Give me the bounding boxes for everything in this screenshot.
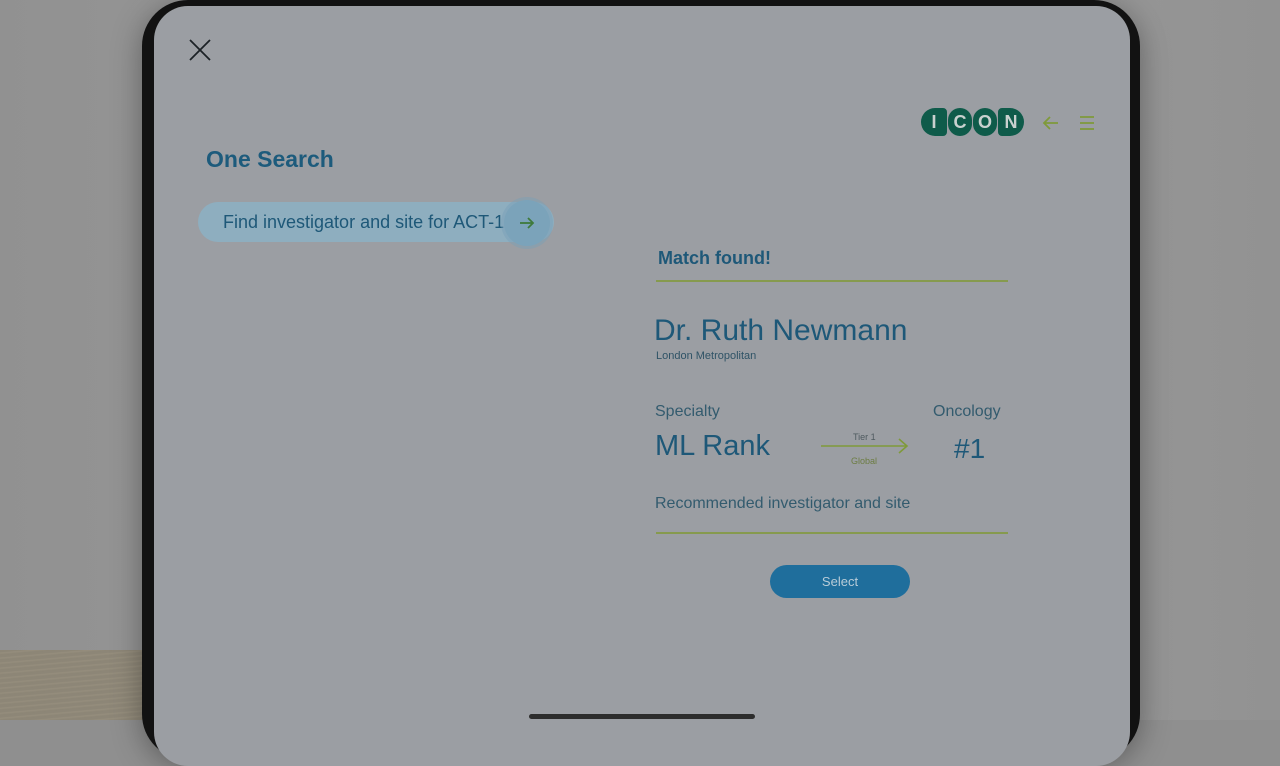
page-title: One Search	[206, 146, 334, 172]
investigator-site: London Metropolitan	[656, 350, 757, 362]
specialty-label: Specialty	[655, 403, 720, 420]
arrow-left-icon[interactable]	[1042, 114, 1060, 132]
specialty-value: Oncology	[933, 403, 1001, 420]
close-icon[interactable]	[188, 38, 212, 62]
search-input[interactable]: Find investigator and site for ACT-1	[198, 202, 554, 242]
logo-letter: N	[998, 108, 1024, 136]
investigator-name: Dr. Ruth Newmann	[654, 314, 908, 347]
logo-letter: O	[973, 108, 997, 136]
tablet-screen: I C O N One Search Find investigator and…	[154, 6, 1130, 766]
select-button[interactable]: Select	[770, 565, 910, 598]
recommendation-text: Recommended investigator and site	[655, 495, 911, 512]
scope-label: Global	[851, 456, 878, 466]
logo-letter: I	[921, 108, 947, 136]
tier-label: Tier 1	[853, 432, 876, 442]
ml-rank-value: #1	[954, 433, 986, 464]
logo-letter: C	[948, 108, 972, 136]
match-heading: Match found!	[658, 248, 771, 268]
home-indicator[interactable]	[529, 714, 755, 719]
arrow-right-icon	[520, 217, 535, 229]
search-query: Find investigator and site for ACT-1	[223, 211, 505, 232]
divider	[656, 532, 1008, 534]
hamburger-menu-icon[interactable]	[1078, 114, 1096, 132]
search-submit-button[interactable]	[504, 200, 550, 246]
ml-rank-label: ML Rank	[655, 430, 770, 462]
header-brand: I C O N	[921, 108, 1096, 138]
divider	[656, 280, 1008, 282]
icon-logo: I C O N	[921, 108, 1024, 138]
